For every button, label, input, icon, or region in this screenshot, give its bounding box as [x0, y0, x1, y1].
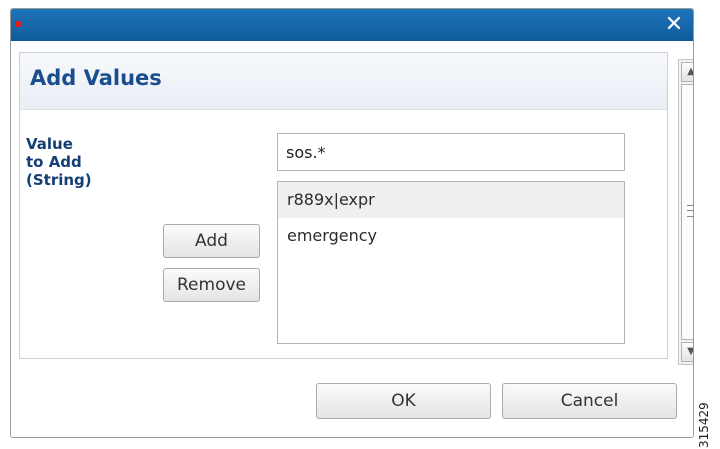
panel-title: Add Values: [30, 66, 162, 90]
values-list[interactable]: r889x|expr emergency: [277, 181, 625, 344]
value-to-add-input[interactable]: [277, 133, 625, 171]
scroll-up-icon[interactable]: ▲: [681, 62, 693, 82]
cancel-button[interactable]: Cancel: [502, 383, 677, 419]
value-to-add-label-text: Value to Add (String): [26, 135, 92, 189]
list-item[interactable]: emergency: [278, 218, 624, 254]
remove-button[interactable]: Remove: [163, 268, 260, 302]
dialog-titlebar[interactable]: ✕: [11, 9, 693, 41]
list-item[interactable]: r889x|expr: [278, 182, 624, 218]
scroll-thumb[interactable]: [681, 84, 693, 340]
close-icon[interactable]: ✕: [661, 12, 687, 38]
figure-id: 315429: [697, 402, 711, 448]
add-button[interactable]: Add: [163, 224, 260, 258]
title-marker: [15, 21, 21, 27]
ok-button[interactable]: OK: [316, 383, 491, 419]
scroll-down-icon[interactable]: ▼: [681, 342, 693, 362]
panel-header: Add Values: [20, 53, 667, 110]
grip-icon: [687, 205, 693, 217]
vertical-scrollbar[interactable]: ▲ ▼: [678, 59, 693, 365]
